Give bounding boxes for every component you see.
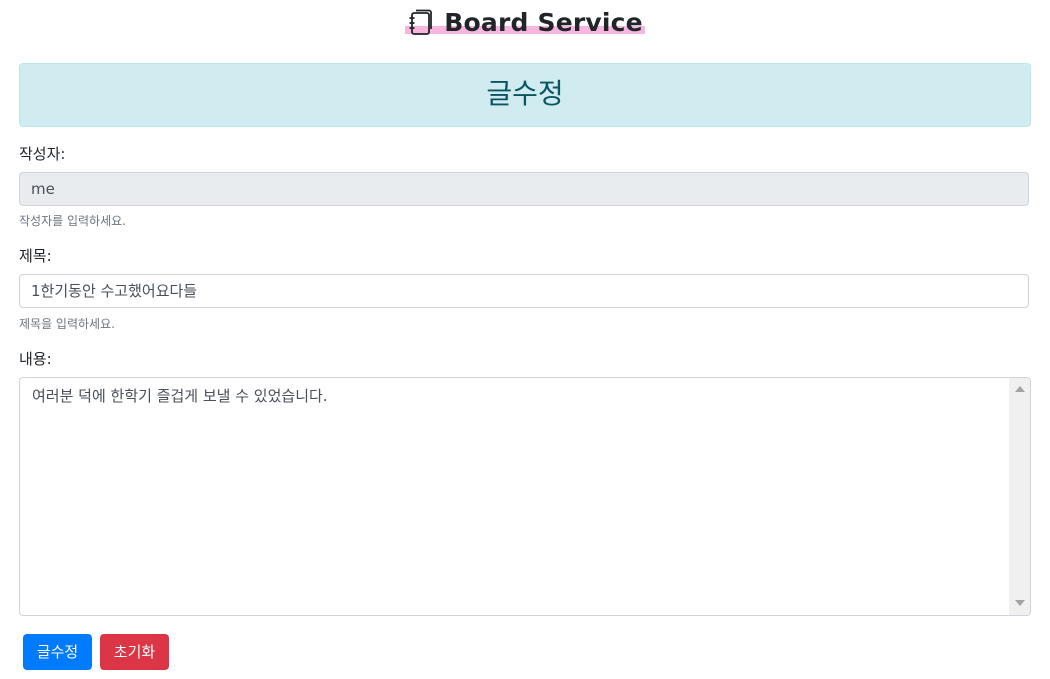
scroll-down-icon[interactable] (1015, 600, 1025, 606)
author-label: 작성자: (19, 145, 66, 163)
title-field[interactable]: 1한기동안 수고했어요다들 (19, 274, 1029, 308)
content-text: 여러분 덕에 한학기 즐겁게 보낼 수 있었습니다. (32, 387, 328, 405)
title-help-text: 제목을 입력하세요. (19, 317, 115, 331)
textarea-scrollbar[interactable] (1009, 378, 1030, 615)
author-help-text: 작성자를 입력하세요. (19, 214, 126, 228)
brand-header: Board Service (0, 8, 1050, 44)
page: Board Service 글수정 작성자: me 작성자를 입력하세요. 제목… (0, 0, 1050, 679)
scroll-up-icon[interactable] (1015, 386, 1025, 392)
title-label: 제목: (19, 247, 52, 265)
submit-button[interactable]: 글수정 (23, 634, 92, 670)
content-label: 내용: (19, 350, 52, 368)
app-title: Board Service (444, 8, 643, 37)
page-banner: 글수정 (19, 63, 1031, 127)
content-textarea[interactable]: 여러분 덕에 한학기 즐겁게 보낼 수 있었습니다. (19, 377, 1031, 616)
reset-button[interactable]: 초기화 (100, 634, 169, 670)
journal-icon (407, 9, 433, 37)
brand[interactable]: Board Service (405, 8, 645, 37)
author-field[interactable]: me (19, 172, 1029, 206)
